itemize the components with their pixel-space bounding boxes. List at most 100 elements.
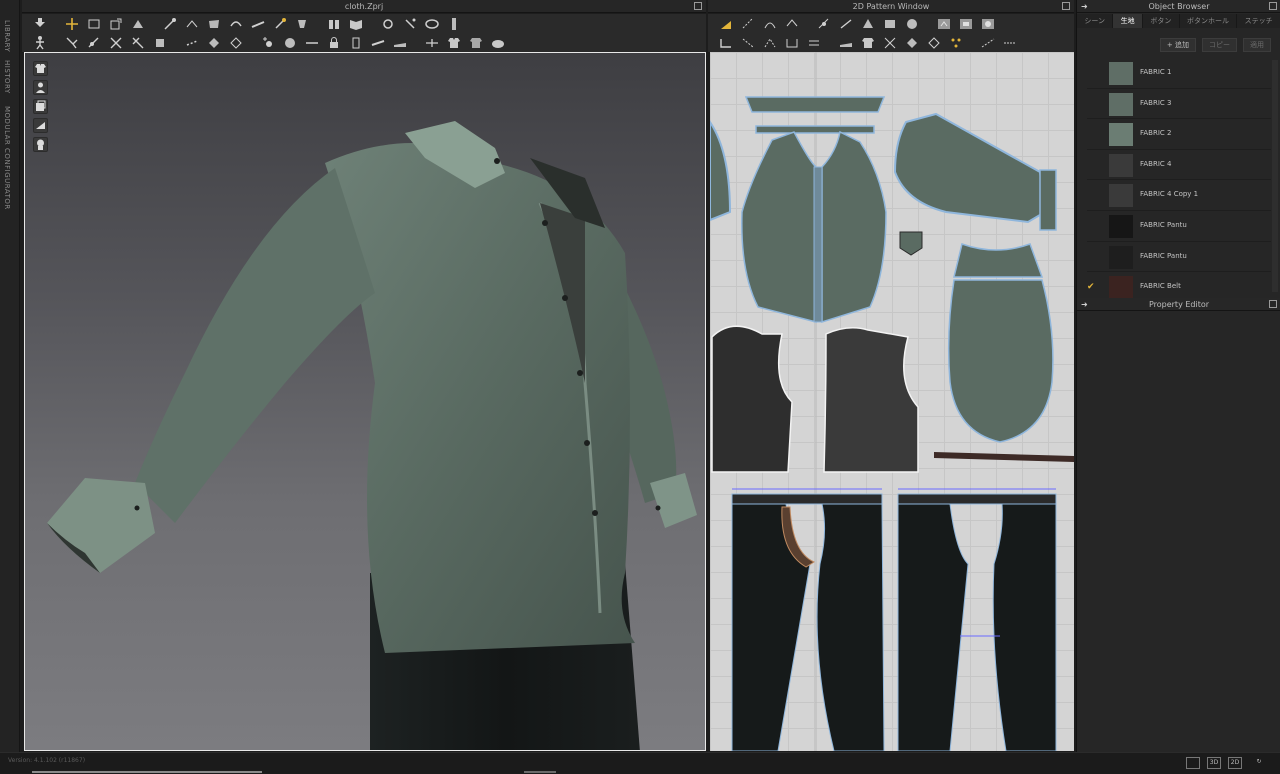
button-place-icon[interactable] xyxy=(948,35,964,51)
pattern-collar-stand[interactable] xyxy=(755,125,875,134)
pattern-back-yoke[interactable] xyxy=(953,243,1044,278)
maximize-icon[interactable] xyxy=(1269,2,1277,10)
stitch-pattern-icon[interactable] xyxy=(904,35,920,51)
rectangle-icon[interactable] xyxy=(882,16,898,32)
ring-icon[interactable] xyxy=(424,16,440,32)
pattern-front-bodice-2[interactable] xyxy=(821,130,887,324)
select-arrow-icon[interactable] xyxy=(32,16,48,32)
edit-curve-icon[interactable] xyxy=(762,16,778,32)
fabric-swatch[interactable] xyxy=(1109,153,1133,177)
internal-circle-icon[interactable] xyxy=(980,16,996,32)
pin-icon[interactable] xyxy=(162,16,178,32)
add-point-icon[interactable] xyxy=(816,16,832,32)
fabric-swatch[interactable] xyxy=(1109,276,1133,300)
tack-sewing-icon[interactable] xyxy=(806,35,822,51)
stitch-icon[interactable] xyxy=(184,35,200,51)
sewing-icon[interactable] xyxy=(348,35,364,51)
pattern-placket[interactable] xyxy=(813,166,823,323)
avatar-pose-icon[interactable] xyxy=(32,35,48,51)
strengthen-icon[interactable] xyxy=(108,35,124,51)
pattern-pants-back-right[interactable] xyxy=(992,503,1057,751)
fabric-swatch[interactable] xyxy=(1109,245,1133,269)
gather-icon[interactable] xyxy=(152,35,168,51)
edit-point-icon[interactable] xyxy=(740,16,756,32)
maximize-icon[interactable] xyxy=(1269,300,1277,308)
right-cuff[interactable] xyxy=(650,473,697,528)
view-3d-button[interactable]: 3D xyxy=(1207,757,1221,769)
fabric-list-scrollbar[interactable] xyxy=(1272,60,1278,292)
pattern-belt[interactable] xyxy=(934,452,1074,462)
arrangement-icon[interactable] xyxy=(64,35,80,51)
pattern-back[interactable] xyxy=(947,279,1054,443)
ruler-icon[interactable] xyxy=(446,16,462,32)
flatten-icon[interactable] xyxy=(294,16,310,32)
tab-library[interactable]: LIBRARY xyxy=(3,20,11,52)
check-sewing-icon[interactable] xyxy=(784,35,800,51)
measure-icon[interactable] xyxy=(250,16,266,32)
segment-icon[interactable] xyxy=(370,35,386,51)
left-cuff[interactable] xyxy=(47,478,155,573)
maximize-icon[interactable] xyxy=(694,2,702,10)
button-tool-icon[interactable] xyxy=(380,16,396,32)
fabric-swatch[interactable] xyxy=(1109,123,1133,147)
lock-icon[interactable] xyxy=(326,35,342,51)
tab-modular-configurator[interactable]: MODULAR CONFIGURATOR xyxy=(3,106,11,210)
grid-icon[interactable] xyxy=(206,35,222,51)
edit-sewing-icon[interactable] xyxy=(762,35,778,51)
pattern-cuff[interactable] xyxy=(1039,169,1057,231)
fabric-row[interactable]: FABRIC 2 xyxy=(1087,119,1271,150)
shrink-icon[interactable] xyxy=(130,35,146,51)
texture-edit-icon[interactable] xyxy=(838,35,854,51)
brush-icon[interactable] xyxy=(272,16,288,32)
tab-buttonhole[interactable]: ボタンホール xyxy=(1180,14,1238,28)
tab-fabric[interactable]: 生地 xyxy=(1113,14,1143,28)
fabric-swatch[interactable] xyxy=(1109,62,1133,85)
split-view-icon[interactable] xyxy=(1186,757,1200,769)
tab-button[interactable]: ボタン xyxy=(1143,14,1180,28)
apply-fabric-button[interactable]: 適用 xyxy=(1243,38,1271,52)
curvature-icon[interactable] xyxy=(784,16,800,32)
edit-pattern-icon[interactable] xyxy=(718,16,734,32)
fold-icon[interactable] xyxy=(130,16,146,32)
shirt-pattern-icon[interactable] xyxy=(860,35,876,51)
panel-arrow-icon[interactable]: ➜ xyxy=(1081,0,1088,13)
2d-pattern-viewport[interactable] xyxy=(710,52,1074,751)
fabric-row[interactable]: FABRIC 4 Copy 1 xyxy=(1087,180,1271,211)
refresh-icon[interactable]: ↻ xyxy=(1252,757,1266,769)
fabric-row[interactable]: FABRIC Pantu xyxy=(1087,211,1271,242)
pattern-pants-front-left[interactable] xyxy=(731,503,811,751)
fabric-row[interactable]: FABRIC 3 xyxy=(1087,89,1271,120)
pin-add-icon[interactable] xyxy=(260,35,276,51)
pattern-pants-front-right[interactable] xyxy=(897,503,969,751)
pattern-collar[interactable] xyxy=(744,96,886,113)
face-icon[interactable] xyxy=(282,35,298,51)
pattern-waistband-left[interactable] xyxy=(731,493,883,505)
shirt-alt-icon[interactable] xyxy=(468,35,484,51)
fabric-row[interactable]: FABRIC 4 xyxy=(1087,150,1271,181)
copy-fabric-button[interactable]: コピー xyxy=(1202,38,1237,52)
flat-sheet-icon[interactable] xyxy=(392,35,408,51)
fabric-swatch[interactable] xyxy=(1109,214,1133,238)
polygon-icon[interactable] xyxy=(860,16,876,32)
view-2d-button[interactable]: 2D xyxy=(1228,757,1242,769)
pattern-sleeve[interactable] xyxy=(893,112,1047,224)
tack-icon[interactable] xyxy=(184,16,200,32)
panel-arrow-icon[interactable]: ➜ xyxy=(1081,298,1088,311)
pattern-undershirt-back[interactable] xyxy=(823,327,919,473)
book-icon[interactable] xyxy=(348,16,364,32)
pattern-front-bodice[interactable] xyxy=(741,131,817,323)
add-fabric-button[interactable]: + 追加 xyxy=(1159,38,1196,52)
internal-polygon-icon[interactable] xyxy=(936,16,952,32)
internal-rect-icon[interactable] xyxy=(958,16,974,32)
dart-icon[interactable] xyxy=(980,35,996,51)
line-icon[interactable] xyxy=(304,35,320,51)
pattern-waistband-right[interactable] xyxy=(897,493,1057,505)
move-tool-icon[interactable] xyxy=(64,16,80,32)
point-select-icon[interactable] xyxy=(86,35,102,51)
circle-icon[interactable] xyxy=(904,16,920,32)
tab-stitch[interactable]: ステッチ xyxy=(1237,14,1280,28)
pattern-pants-back-left[interactable] xyxy=(816,503,885,751)
cloud-icon[interactable] xyxy=(490,35,506,51)
fabric-row[interactable]: FABRIC Pantu xyxy=(1087,242,1271,273)
pattern-sleeve-left-partial[interactable] xyxy=(710,120,732,222)
